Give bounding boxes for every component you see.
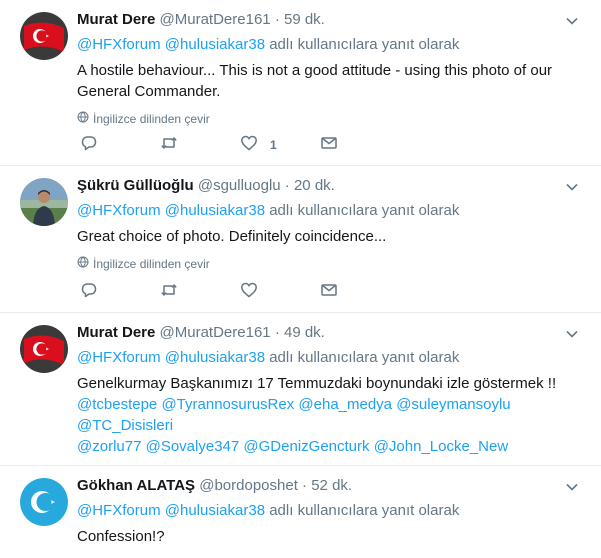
avatar[interactable] — [20, 478, 68, 526]
reply-button[interactable] — [80, 135, 160, 155]
chevron-down-icon[interactable] — [565, 480, 579, 494]
mention-link[interactable]: @HFXforum — [77, 349, 161, 366]
timestamp[interactable]: 49 dk. — [284, 324, 325, 341]
author-name[interactable]: Gökhan ALATAŞ — [77, 477, 195, 494]
mention-link[interactable]: @TC_Disisleri — [77, 417, 173, 434]
like-icon — [240, 281, 258, 304]
translate-link[interactable]: İngilizce dilinden çevir — [77, 256, 585, 272]
message-button[interactable] — [320, 135, 400, 155]
like-button[interactable] — [240, 282, 320, 302]
reply-context: @HFXforum @hulusiakar38 adlı kullanıcıla… — [77, 348, 585, 368]
avatar[interactable] — [20, 12, 68, 60]
tweet-text: Confession!? — [77, 528, 165, 545]
retweet-button[interactable] — [160, 135, 240, 155]
separator: · — [274, 11, 280, 28]
message-icon — [320, 281, 338, 304]
globe-icon — [77, 111, 89, 127]
mention-link[interactable]: @tcbestepe — [77, 396, 157, 413]
action-bar: 1 — [80, 135, 400, 155]
tweet: Şükrü Güllüoğlu @sgulluoglu · 20 dk. @HF… — [0, 166, 601, 313]
mention-link[interactable]: @hulusiakar38 — [165, 202, 265, 219]
mention-link[interactable]: @zorlu77 — [77, 438, 141, 455]
mention-link[interactable]: @HFXforum — [77, 36, 161, 53]
tweet: Murat Dere @MuratDere161 · 59 dk. @HFXfo… — [0, 0, 601, 166]
reply-button[interactable] — [80, 282, 160, 302]
mention-link[interactable]: @Sovalye347 — [146, 438, 240, 455]
retweet-icon — [160, 134, 178, 157]
author-handle[interactable]: @MuratDere161 — [160, 11, 271, 28]
mention-link[interactable]: @hulusiakar38 — [165, 502, 265, 519]
reply-suffix: adlı kullanıcılara yanıt olarak — [269, 502, 460, 519]
translate-label: İngilizce dilinden çevir — [93, 257, 210, 271]
chevron-down-icon[interactable] — [565, 14, 579, 28]
timestamp[interactable]: 20 dk. — [294, 177, 335, 194]
mention-link[interactable]: @GDenizGencturk — [243, 438, 369, 455]
action-bar — [80, 282, 400, 302]
tweet: Murat Dere @MuratDere161 · 49 dk. @HFXfo… — [0, 313, 601, 466]
like-button[interactable]: 1 — [240, 135, 320, 155]
reply-context: @HFXforum @hulusiakar38 adlı kullanıcıla… — [77, 201, 585, 221]
reply-suffix: adlı kullanıcılara yanıt olarak — [269, 349, 460, 366]
mention-link[interactable]: @eha_medya — [298, 396, 392, 413]
tweet-text: A hostile behaviour... This is not a goo… — [77, 62, 553, 100]
mention-link[interactable]: @John_Locke_New — [374, 438, 508, 455]
chevron-down-icon[interactable] — [565, 180, 579, 194]
tweet-header: Murat Dere @MuratDere161 · 59 dk. — [77, 10, 585, 30]
retweet-button[interactable] — [160, 282, 240, 302]
chevron-down-icon[interactable] — [565, 327, 579, 341]
message-button[interactable] — [320, 282, 400, 302]
reply-context: @HFXforum @hulusiakar38 adlı kullanıcıla… — [77, 35, 585, 55]
separator: · — [284, 177, 290, 194]
mention-list: @tcbestepe @TyrannosurusRex @eha_medya @… — [77, 394, 585, 436]
tweet-text: Great choice of photo. Definitely coinci… — [77, 228, 387, 245]
avatar[interactable] — [20, 325, 68, 373]
tweet-header: Gökhan ALATAŞ @bordoposhet · 52 dk. — [77, 476, 585, 496]
retweet-icon — [160, 281, 178, 304]
reply-context: @HFXforum @hulusiakar38 adlı kullanıcıla… — [77, 501, 585, 521]
avatar[interactable] — [20, 178, 68, 226]
reply-suffix: adlı kullanıcılara yanıt olarak — [269, 202, 460, 219]
globe-icon — [77, 256, 89, 272]
mention-link[interactable]: @TyrannosurusRex — [161, 396, 294, 413]
message-icon — [320, 134, 338, 157]
mention-link[interactable]: @hulusiakar38 — [165, 349, 265, 366]
reply-icon — [80, 134, 98, 157]
tweet: Gökhan ALATAŞ @bordoposhet · 52 dk. @HFX… — [0, 466, 601, 558]
separator: · — [302, 477, 308, 494]
tweet-header: Şükrü Güllüoğlu @sgulluoglu · 20 dk. — [77, 176, 585, 196]
mention-link[interactable]: @HFXforum — [77, 502, 161, 519]
reply-suffix: adlı kullanıcılara yanıt olarak — [269, 36, 460, 53]
timestamp[interactable]: 52 dk. — [311, 477, 352, 494]
reply-icon — [80, 281, 98, 304]
author-handle[interactable]: @MuratDere161 — [160, 324, 271, 341]
mention-link[interactable]: @HFXforum — [77, 202, 161, 219]
mention-list: @zorlu77 @Sovalye347 @GDenizGencturk @Jo… — [77, 436, 585, 457]
timestamp[interactable]: 59 dk. — [284, 11, 325, 28]
author-name[interactable]: Murat Dere — [77, 324, 155, 341]
mention-link[interactable]: @hulusiakar38 — [165, 36, 265, 53]
author-name[interactable]: Şükrü Güllüoğlu — [77, 177, 194, 194]
translate-link[interactable]: İngilizce dilinden çevir — [77, 111, 585, 127]
like-count: 1 — [270, 138, 277, 152]
translate-label: İngilizce dilinden çevir — [93, 112, 210, 126]
like-icon — [240, 134, 258, 157]
author-name[interactable]: Murat Dere — [77, 11, 155, 28]
mention-link[interactable]: @suleymansoylu — [396, 396, 510, 413]
tweet-header: Murat Dere @MuratDere161 · 49 dk. — [77, 323, 585, 343]
tweet-text: Genelkurmay Başkanımızı 17 Temmuzdaki bo… — [77, 375, 557, 392]
author-handle[interactable]: @bordoposhet — [199, 477, 298, 494]
author-handle[interactable]: @sgulluoglu — [198, 177, 281, 194]
separator: · — [274, 324, 280, 341]
